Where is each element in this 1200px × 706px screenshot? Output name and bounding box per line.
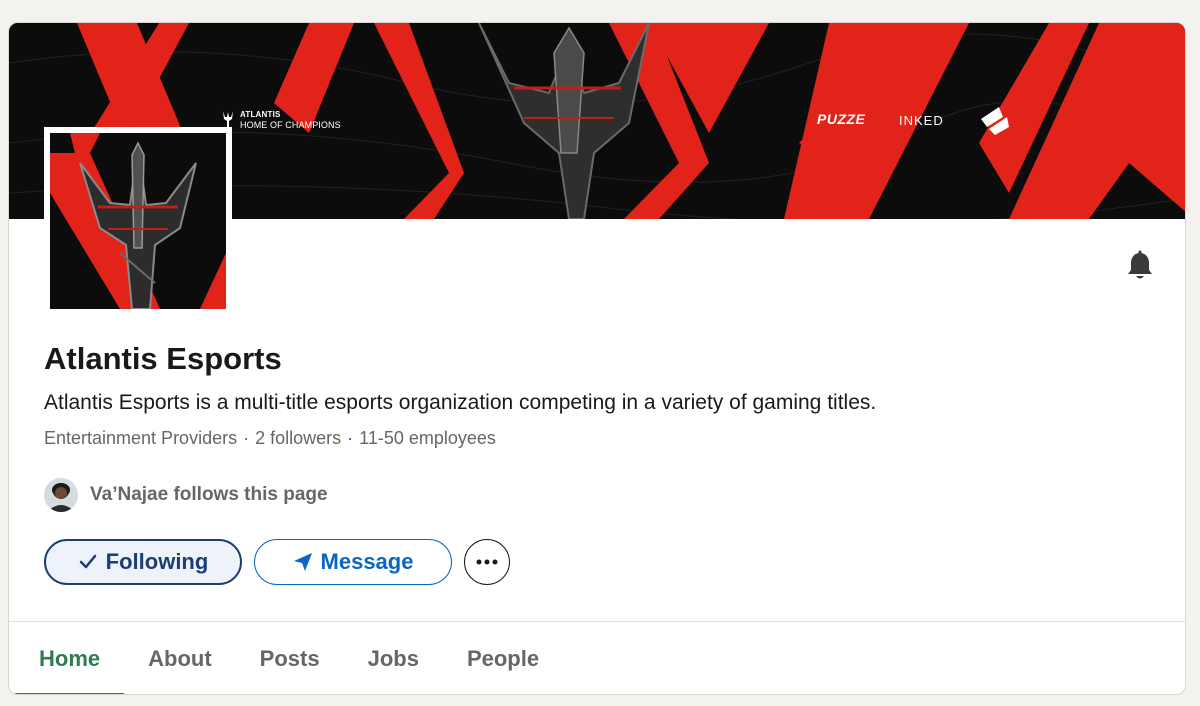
message-button-label: Message xyxy=(320,549,414,574)
company-tagline: Atlantis Esports is a multi-title esport… xyxy=(44,391,877,414)
more-horizontal-icon xyxy=(476,559,498,565)
company-industry: Entertainment Providers xyxy=(44,428,238,448)
company-employees-count[interactable]: 11-50 employees xyxy=(359,428,496,448)
more-options-button[interactable] xyxy=(464,539,510,585)
send-icon xyxy=(293,553,312,571)
banner-tagline: ATLANTIS HOME OF CHAMPIONS xyxy=(222,110,341,130)
sponsor-logo-puzze: PUZZE xyxy=(817,111,866,127)
atlantis-logo-icon xyxy=(50,133,226,309)
following-button-label: Following xyxy=(105,549,209,574)
company-logo[interactable] xyxy=(44,127,232,313)
banner-tag-subtitle: HOME OF CHAMPIONS xyxy=(240,120,341,130)
tab-people[interactable]: People xyxy=(443,622,563,694)
tab-home[interactable]: Home xyxy=(15,622,125,694)
company-followers-count[interactable]: 2 followers xyxy=(255,428,341,448)
tab-posts[interactable]: Posts xyxy=(236,622,344,694)
tab-about[interactable]: About xyxy=(124,622,236,694)
notifications-bell-button[interactable] xyxy=(1123,249,1157,283)
message-button[interactable]: Message xyxy=(254,539,452,585)
following-button[interactable]: Following xyxy=(44,539,242,585)
person-avatar-icon xyxy=(44,478,78,512)
connection-follows[interactable]: Va’Najae follows this page xyxy=(44,478,328,512)
avatar xyxy=(44,478,78,512)
meta-separator: · xyxy=(347,428,354,448)
banner-tag-title: ATLANTIS xyxy=(240,110,281,119)
meta-separator: · xyxy=(243,428,250,448)
tab-jobs[interactable]: Jobs xyxy=(344,622,443,694)
company-meta: Entertainment Providers · 2 followers · 11-5… xyxy=(44,428,496,449)
company-page-card: ATLANTIS HOME OF CHAMPIONS PUZZE INKED A… xyxy=(8,22,1186,695)
sponsor-logo-inked: INKED xyxy=(899,113,944,128)
connection-follows-text: Va’Najae follows this page xyxy=(90,484,328,505)
page-tabs: Home About Posts Jobs People xyxy=(15,622,563,694)
company-name: Atlantis Esports xyxy=(44,341,282,376)
primary-actions: Following Message xyxy=(44,539,510,585)
bell-icon xyxy=(1128,250,1152,279)
check-icon xyxy=(79,554,96,569)
